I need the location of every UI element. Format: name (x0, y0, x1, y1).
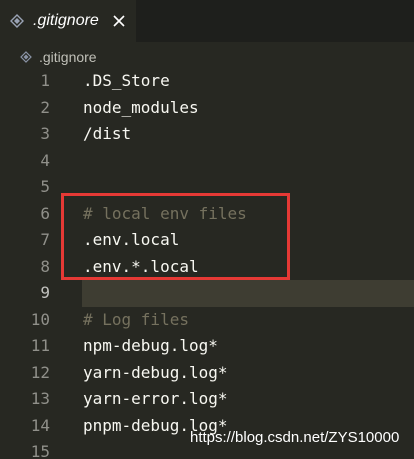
code-editor: .gitignore .gitignore 1 .DS_Store 2 node_mo… (0, 0, 414, 459)
line-number: 2 (40, 97, 50, 117)
line-number: 15 (30, 442, 50, 459)
highlight-annotation-box (61, 193, 290, 280)
breadcrumb: .gitignore (0, 42, 414, 70)
line-number: 1 (40, 71, 50, 90)
line-number: 5 (40, 177, 50, 196)
tab-title: .gitignore (33, 12, 99, 29)
tab-gitignore[interactable]: .gitignore (0, 0, 136, 42)
line-number: 8 (40, 256, 50, 276)
line-number: 14 (30, 415, 50, 435)
code-line-text[interactable]: .DS_Store (83, 68, 170, 95)
line-number: 3 (40, 124, 50, 143)
code-line-text[interactable]: yarn-error.log* (83, 386, 228, 413)
line-number: 9 (40, 283, 50, 302)
line-number: 13 (30, 389, 50, 408)
line-number: 4 (40, 150, 50, 170)
close-icon[interactable] (112, 14, 126, 28)
watermark: https://blog.csdn.net/ZYS10000 (190, 429, 400, 446)
code-line-text[interactable]: npm-debug.log* (83, 333, 218, 360)
tab-bar: .gitignore (0, 0, 414, 42)
code-line-text[interactable]: node_modules (83, 95, 199, 122)
line-number: 10 (30, 309, 50, 329)
breadcrumb-label[interactable]: .gitignore (39, 48, 97, 66)
line-number: 12 (30, 362, 50, 382)
code-line-text[interactable]: /dist (83, 121, 131, 148)
code-comment[interactable]: # Log files (83, 307, 189, 334)
diamond-icon (10, 14, 24, 28)
line-number: 7 (40, 230, 50, 249)
line-number: 11 (30, 336, 50, 355)
code-line-text[interactable]: yarn-debug.log* (83, 360, 228, 387)
current-line-highlight (82, 280, 414, 307)
line-number: 6 (40, 203, 50, 223)
diamond-icon (20, 51, 32, 63)
